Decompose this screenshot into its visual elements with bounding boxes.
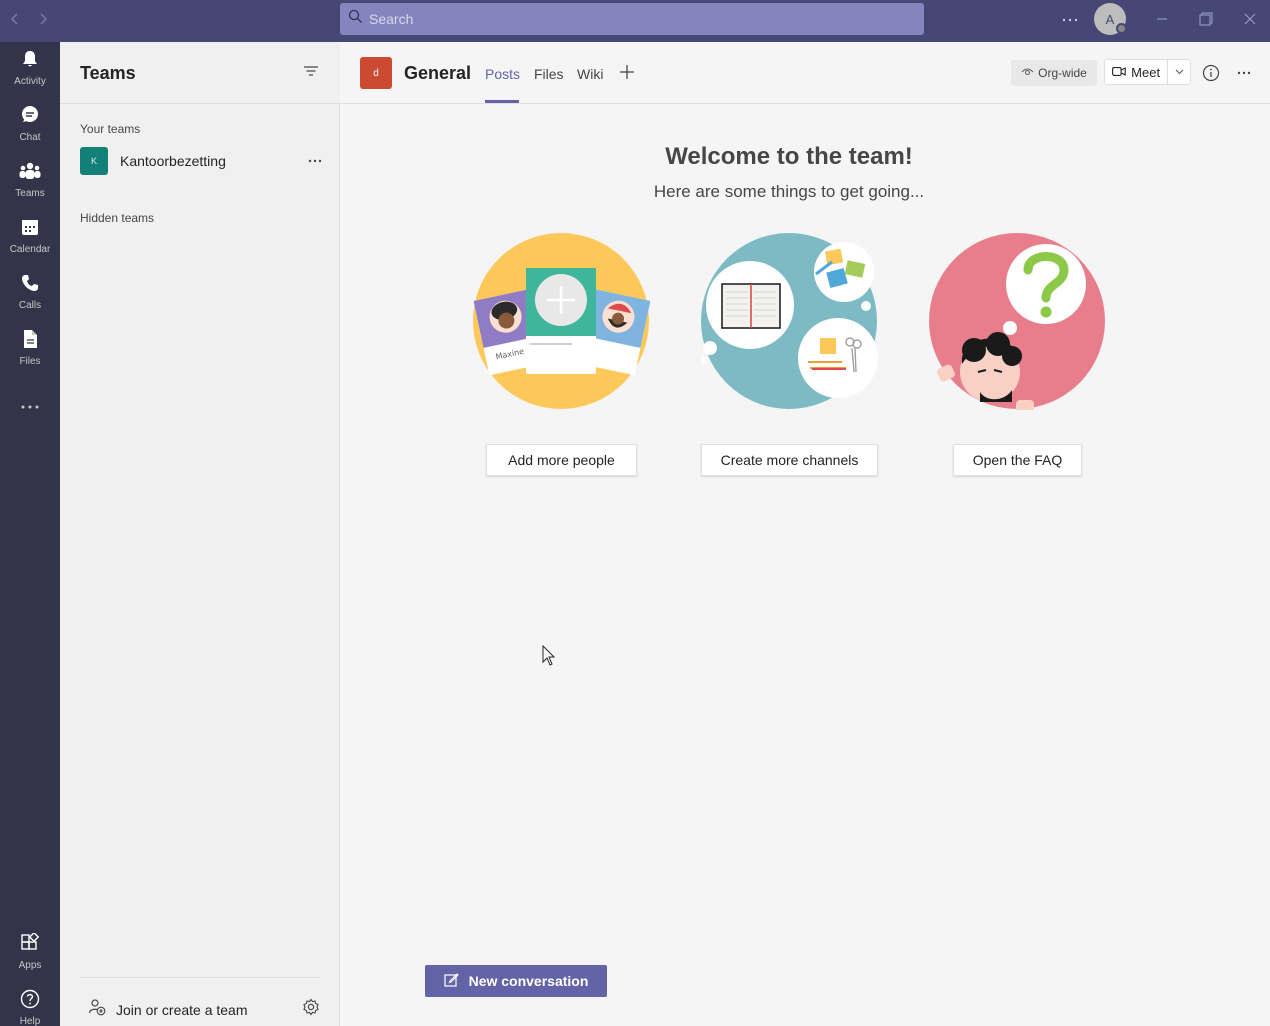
app-bar: Activity Chat Teams Calendar Calls Files: [0, 42, 60, 1026]
gear-icon[interactable]: [302, 998, 322, 1018]
app-label: Calendar: [9, 244, 51, 255]
add-people-illustration: Maxine: [472, 232, 651, 410]
teams-icon: [19, 161, 41, 186]
new-conversation-label: New conversation: [468, 973, 589, 989]
app-teams[interactable]: Teams: [0, 154, 60, 206]
eye-icon: [1021, 66, 1034, 80]
app-label: Files: [19, 356, 41, 367]
teams-panel: Teams Your teams K Kantoorbezetting Hidd…: [60, 42, 340, 1026]
team-name: Kantoorbezetting: [120, 153, 226, 169]
app-label: Help: [19, 1016, 41, 1026]
presence-status-icon: [1116, 23, 1127, 34]
active-tab-indicator: [485, 100, 519, 103]
calendar-icon: [20, 217, 40, 242]
app-label: Chat: [19, 132, 41, 143]
restore-icon[interactable]: [1194, 8, 1218, 30]
panel-title: Teams: [80, 63, 136, 83]
app-chat[interactable]: Chat: [0, 98, 60, 150]
your-teams-label: Your teams: [80, 122, 141, 136]
org-wide-label: Org-wide: [1038, 66, 1087, 80]
channel-more-options-icon[interactable]: [1234, 64, 1254, 82]
tab-posts[interactable]: Posts: [485, 66, 520, 82]
join-create-team-button[interactable]: Join or create a team: [88, 998, 248, 1021]
search-icon: [348, 9, 363, 29]
forward-arrow-icon[interactable]: [32, 8, 54, 30]
teams-panel-header: Teams: [60, 42, 340, 104]
more-options-icon[interactable]: [1058, 10, 1082, 30]
minimize-icon[interactable]: [1150, 8, 1174, 30]
hidden-teams-label[interactable]: Hidden teams: [80, 211, 154, 225]
meet-button[interactable]: Meet: [1105, 60, 1169, 84]
faq-illustration: [928, 232, 1106, 412]
app-label: Activity: [14, 76, 46, 87]
welcome-title: Welcome to the team!: [665, 143, 913, 170]
meet-button-group: Meet: [1104, 59, 1191, 85]
add-team-icon: [88, 998, 106, 1021]
bell-icon: [20, 49, 40, 74]
add-tab-icon[interactable]: [619, 64, 637, 82]
file-icon: [21, 329, 39, 354]
close-icon[interactable]: [1238, 8, 1262, 30]
more-apps-icon[interactable]: [0, 382, 60, 432]
search-input[interactable]: [369, 11, 909, 27]
app-activity[interactable]: Activity: [0, 42, 60, 94]
title-bar: A: [0, 0, 1270, 42]
app-label: Apps: [18, 960, 42, 971]
app-label: Calls: [18, 300, 42, 311]
org-wide-badge: Org-wide: [1011, 60, 1097, 86]
app-apps[interactable]: Apps: [0, 926, 60, 978]
chat-icon: [20, 105, 40, 130]
help-icon: [20, 989, 40, 1014]
mouse-cursor-icon: [542, 644, 556, 667]
new-conversation-button[interactable]: New conversation: [425, 965, 607, 997]
teams-panel-footer: Join or create a team: [80, 977, 320, 1026]
meet-label: Meet: [1131, 64, 1161, 80]
app-calls[interactable]: Calls: [0, 266, 60, 318]
channel-title: General: [404, 63, 472, 83]
team-more-options-icon[interactable]: [305, 151, 325, 171]
search-box[interactable]: [340, 3, 924, 35]
welcome-subtitle: Here are some things to get going...: [653, 182, 925, 201]
app-files[interactable]: Files: [0, 322, 60, 374]
app-help[interactable]: Help: [0, 982, 60, 1026]
nav-arrows: [4, 8, 54, 30]
video-camera-icon: [1112, 65, 1126, 80]
phone-icon: [20, 273, 40, 298]
channel-avatar: d: [360, 57, 392, 89]
open-faq-button[interactable]: Open the FAQ: [953, 444, 1082, 476]
channel-header: d General Posts Files Wiki Org-wide Meet: [341, 42, 1270, 104]
app-calendar[interactable]: Calendar: [0, 210, 60, 262]
app-label: Teams: [15, 188, 45, 199]
team-avatar: K: [80, 147, 108, 175]
tab-files[interactable]: Files: [534, 66, 564, 82]
filter-icon[interactable]: [303, 64, 321, 82]
tab-wiki[interactable]: Wiki: [577, 66, 603, 82]
back-arrow-icon[interactable]: [4, 8, 26, 30]
create-more-channels-button[interactable]: Create more channels: [701, 444, 878, 476]
team-item-kantoorbezetting[interactable]: K Kantoorbezetting: [80, 147, 325, 175]
create-channels-illustration: [700, 232, 878, 410]
info-icon[interactable]: [1202, 64, 1220, 82]
add-more-people-button[interactable]: Add more people: [486, 444, 637, 476]
apps-icon: [20, 931, 40, 958]
join-create-team-label: Join or create a team: [116, 1001, 248, 1018]
compose-icon: [443, 972, 459, 990]
chevron-down-icon[interactable]: [1168, 60, 1190, 84]
